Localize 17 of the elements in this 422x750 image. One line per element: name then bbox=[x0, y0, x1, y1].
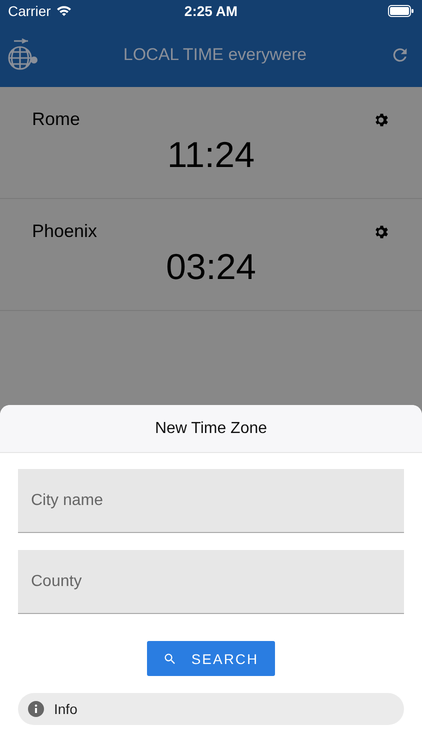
search-button[interactable]: SEARCH bbox=[147, 641, 275, 676]
wifi-icon bbox=[56, 5, 72, 17]
clock-time: 03:24 bbox=[166, 246, 256, 288]
sheet-title: New Time Zone bbox=[154, 420, 268, 438]
battery-icon bbox=[388, 5, 414, 17]
search-icon bbox=[163, 652, 178, 666]
city-name: Phoenix bbox=[32, 221, 98, 242]
info-label: Info bbox=[54, 701, 78, 717]
info-bar[interactable]: Info bbox=[18, 693, 404, 725]
city-name: Rome bbox=[32, 109, 80, 130]
status-time: 2:25 AM bbox=[184, 3, 238, 19]
clock-time: 11:24 bbox=[167, 134, 255, 176]
app-title: LOCAL TIME everywere bbox=[122, 44, 308, 64]
input-field[interactable]: City name bbox=[18, 469, 404, 533]
info-icon bbox=[28, 701, 44, 717]
input-field[interactable]: County bbox=[18, 550, 404, 614]
carrier-label: Carrier bbox=[8, 3, 51, 19]
